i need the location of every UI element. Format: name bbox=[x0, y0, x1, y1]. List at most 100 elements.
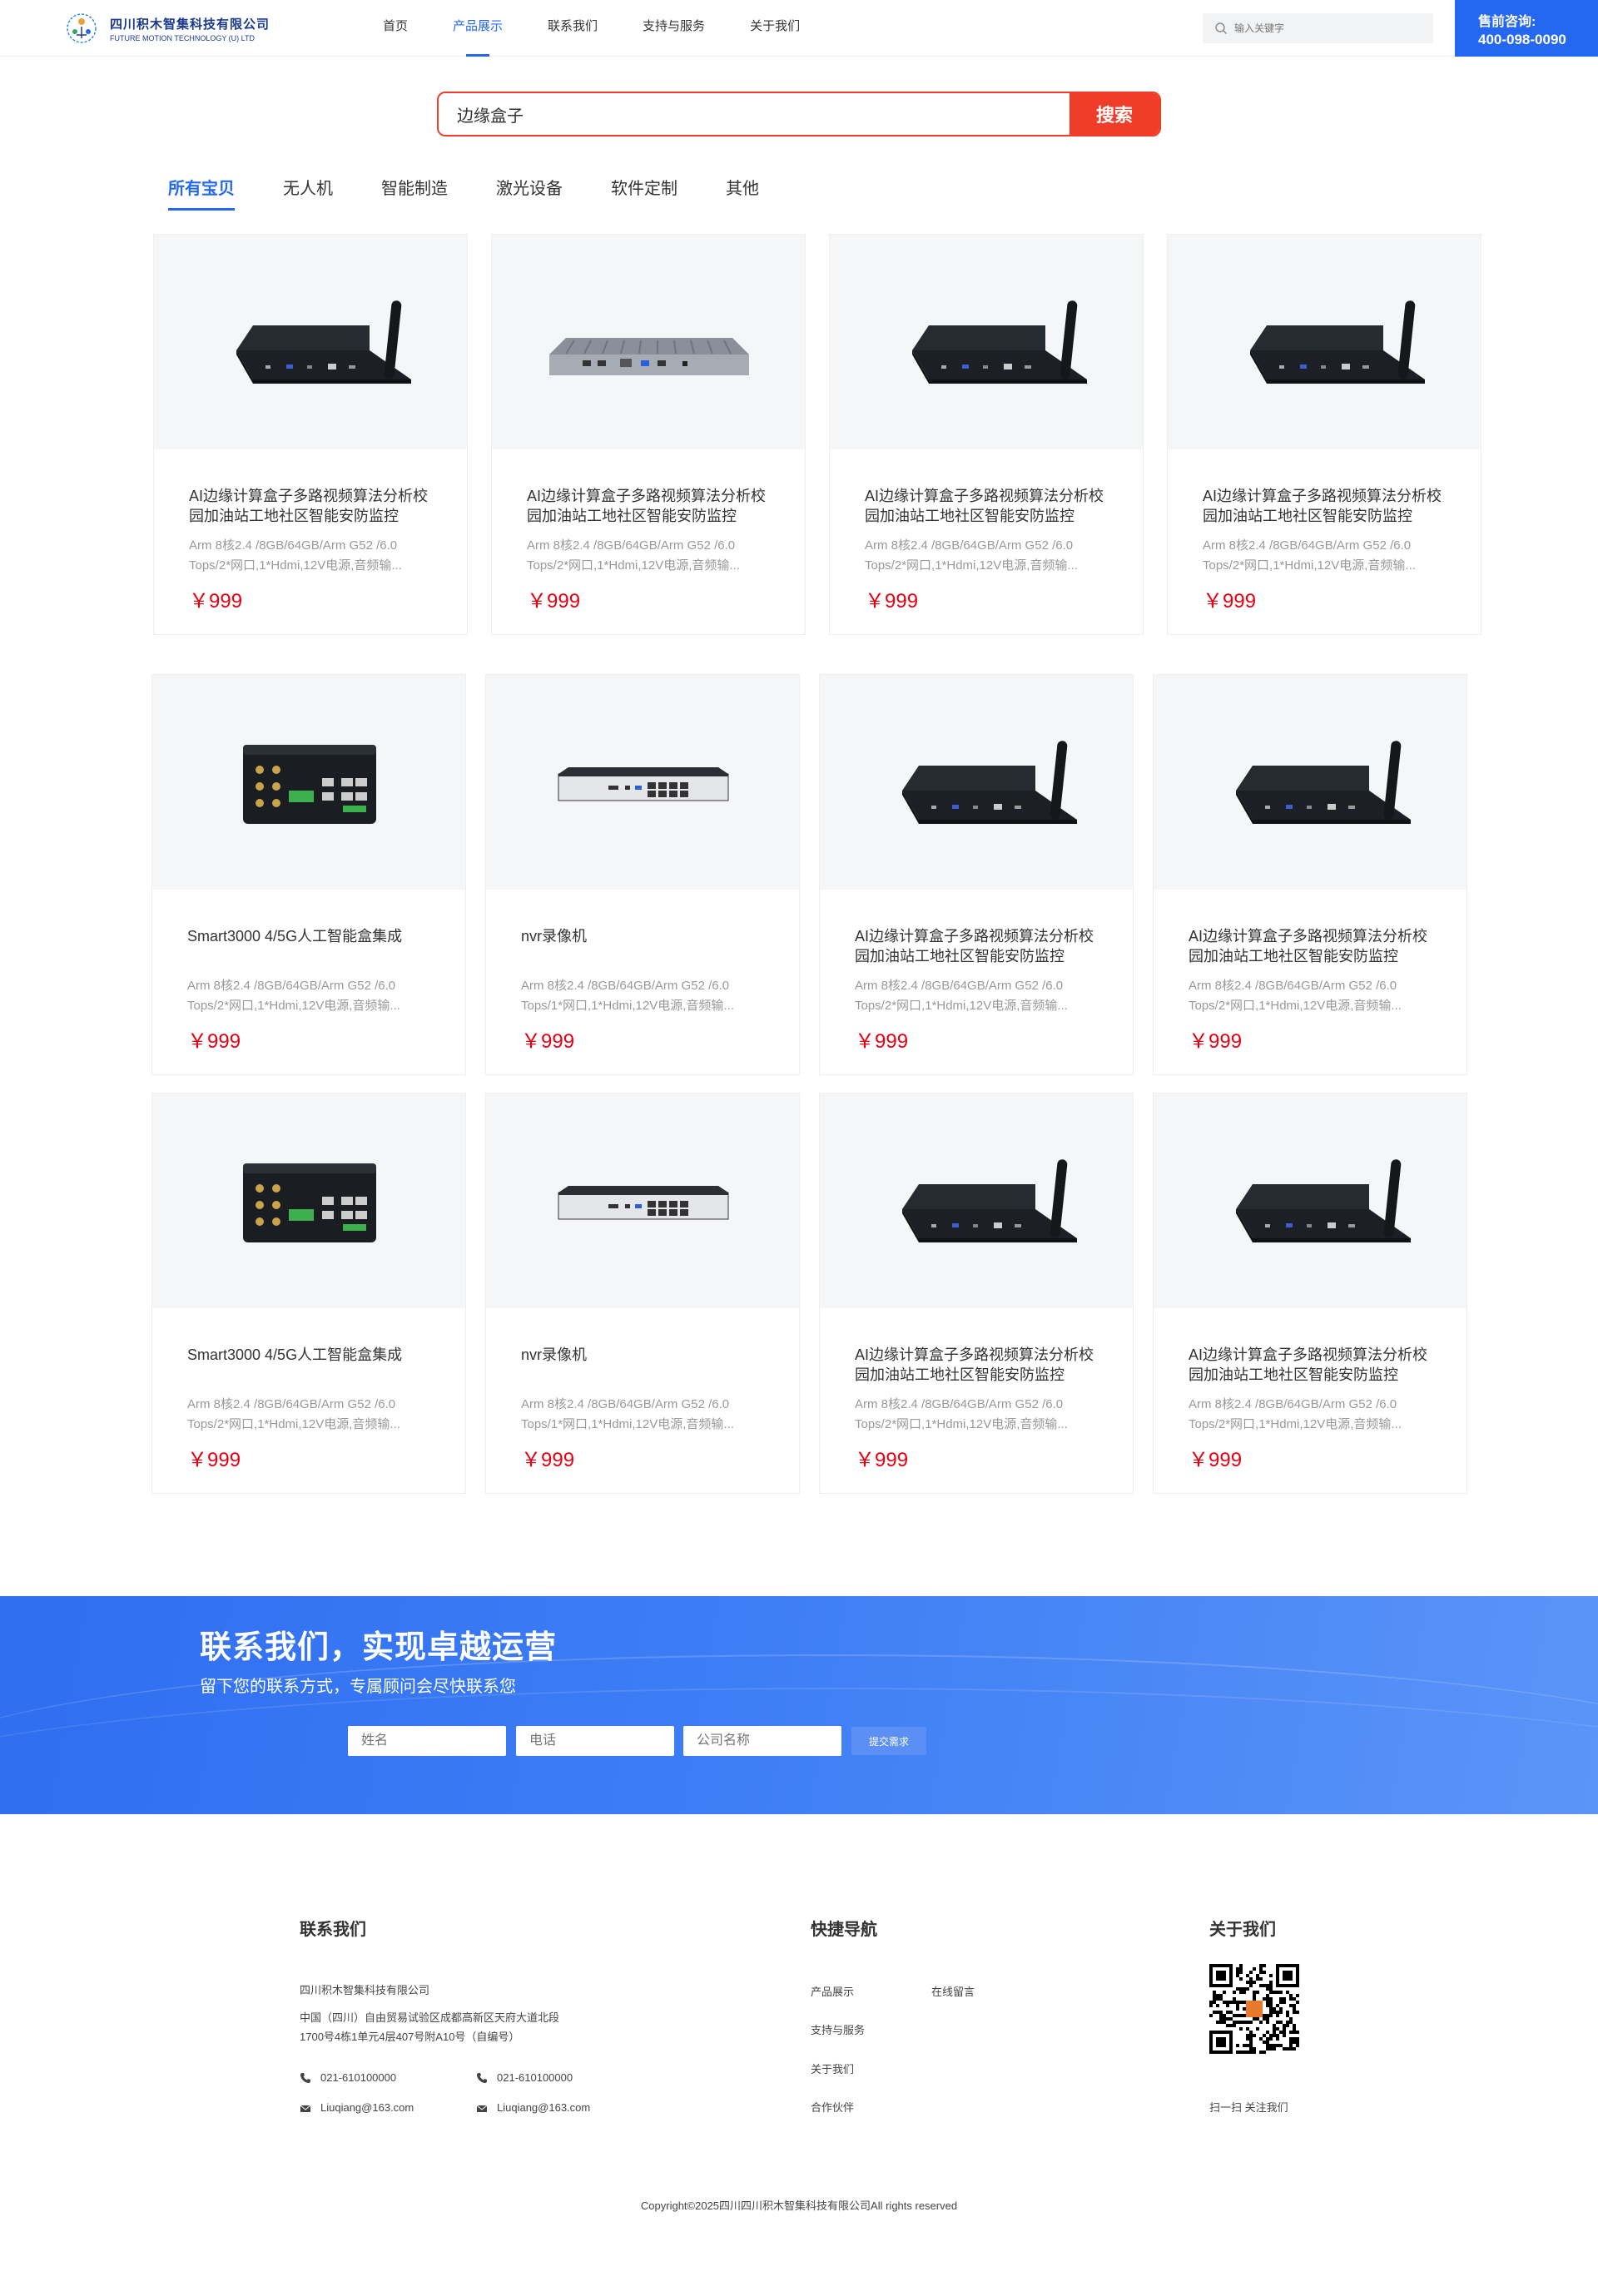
product-card[interactable]: AI边缘计算盒子多路视频算法分析校园加油站工地社区智能安防监控 Arm 8核2.4… bbox=[491, 234, 806, 635]
footer-nav-heading: 快捷导航 bbox=[811, 1921, 877, 1939]
product-image[interactable] bbox=[486, 1093, 799, 1308]
product-title[interactable]: AI边缘计算盒子多路视频算法分析校园加油站工地社区智能安防监控 bbox=[1189, 1345, 1438, 1385]
device-silver-icon bbox=[541, 292, 757, 396]
product-title[interactable]: nvr录像机 bbox=[521, 1345, 771, 1385]
device-smart-icon bbox=[226, 1151, 393, 1255]
product-card[interactable]: Smart3000 4/5G人工智能盒集成 Arm 8核2.4 /8GB/64GB… bbox=[151, 674, 466, 1075]
footer-link-products[interactable]: 产品展示 bbox=[811, 1982, 854, 2001]
product-spec: Arm 8核2.4 /8GB/64GB/Arm G52 /6.0 Tops/2*… bbox=[189, 538, 402, 573]
footer-link-about[interactable]: 关于我们 bbox=[811, 2060, 854, 2079]
tab-all[interactable]: 所有宝贝 bbox=[168, 175, 235, 211]
tab-smart-manufacturing[interactable]: 智能制造 bbox=[381, 175, 448, 211]
tab-drone[interactable]: 无人机 bbox=[283, 175, 333, 211]
logo-name-cn: 四川积木智集科技有限公司 bbox=[110, 17, 270, 32]
product-title[interactable]: AI边缘计算盒子多路视频算法分析校园加油站工地社区智能安防监控 bbox=[527, 486, 777, 526]
banner-title: 联系我们，实现卓越运营 bbox=[200, 1630, 558, 1665]
product-title[interactable]: AI边缘计算盒子多路视频算法分析校园加油站工地社区智能安防监控 bbox=[855, 926, 1104, 966]
product-title[interactable]: Smart3000 4/5G人工智能盒集成 bbox=[187, 926, 437, 966]
name-field[interactable] bbox=[348, 1726, 506, 1756]
copyright: Copyright©2025四川四川积木智集科技有限公司All rights r… bbox=[640, 2199, 958, 2212]
product-spec: Arm 8核2.4 /8GB/64GB/Arm G52 /6.0 Tops/2*… bbox=[1189, 979, 1402, 1013]
product-image[interactable] bbox=[1168, 235, 1481, 449]
product-image[interactable] bbox=[830, 235, 1143, 449]
main-nav: 首页 产品展示 联系我们 支持与服务 关于我们 bbox=[383, 0, 845, 57]
product-image[interactable] bbox=[154, 235, 467, 449]
hotline-number: 400-098-0090 bbox=[1478, 32, 1566, 47]
phone-field[interactable] bbox=[516, 1726, 674, 1756]
product-title[interactable]: AI边缘计算盒子多路视频算法分析校园加油站工地社区智能安防监控 bbox=[865, 486, 1114, 526]
product-image[interactable] bbox=[486, 675, 799, 890]
product-price: ￥999 bbox=[1203, 590, 1257, 612]
product-title[interactable]: AI边缘计算盒子多路视频算法分析校园加油站工地社区智能安防监控 bbox=[855, 1345, 1104, 1385]
product-image[interactable] bbox=[1154, 675, 1466, 890]
product-price: ￥999 bbox=[187, 1449, 241, 1471]
footer-email-1[interactable]: Liuqiang@163.com bbox=[320, 2098, 414, 2117]
header-search bbox=[1203, 13, 1433, 43]
product-image[interactable] bbox=[152, 675, 465, 890]
search-icon[interactable] bbox=[1214, 22, 1228, 35]
product-card[interactable]: AI边缘计算盒子多路视频算法分析校园加油站工地社区智能安防监控 Arm 8核2.4… bbox=[153, 234, 468, 635]
product-card[interactable]: AI边缘计算盒子多路视频算法分析校园加油站工地社区智能安防监控 Arm 8核2.4… bbox=[1167, 234, 1481, 635]
banner-subtitle: 留下您的联系方式，专属顾问会尽快联系您 bbox=[200, 1678, 516, 1696]
product-price: ￥999 bbox=[855, 1449, 909, 1471]
product-title[interactable]: AI边缘计算盒子多路视频算法分析校园加油站工地社区智能安防监控 bbox=[1203, 486, 1452, 526]
submit-request-button[interactable]: 提交需求 bbox=[851, 1727, 926, 1755]
product-image[interactable] bbox=[1154, 1093, 1466, 1308]
qr-caption: 扫一扫 关注我们 bbox=[1209, 2101, 1288, 2114]
product-spec: Arm 8核2.4 /8GB/64GB/Arm G52 /6.0 Tops/1*… bbox=[521, 979, 734, 1013]
product-card[interactable]: AI边缘计算盒子多路视频算法分析校园加油站工地社区智能安防监控 Arm 8核2.4… bbox=[819, 1093, 1134, 1494]
product-spec: Arm 8核2.4 /8GB/64GB/Arm G52 /6.0 Tops/2*… bbox=[855, 979, 1068, 1013]
tab-laser[interactable]: 激光设备 bbox=[496, 175, 563, 211]
product-image[interactable] bbox=[492, 235, 805, 449]
footer-link-support[interactable]: 支持与服务 bbox=[811, 2021, 865, 2040]
company-logo[interactable]: 四川积木智集科技有限公司 FUTURE MOTION TECHNOLOGY (U… bbox=[62, 10, 270, 47]
footer-link-partners[interactable]: 合作伙伴 bbox=[811, 2098, 854, 2117]
product-price: ￥999 bbox=[189, 590, 243, 612]
device-nvr-icon bbox=[552, 749, 735, 820]
product-card[interactable]: AI边缘计算盒子多路视频算法分析校园加油站工地社区智能安防监控 Arm 8核2.4… bbox=[1153, 1093, 1467, 1494]
tab-software[interactable]: 软件定制 bbox=[611, 175, 677, 211]
search-button[interactable]: 搜索 bbox=[1069, 93, 1159, 135]
device-router-icon bbox=[869, 732, 1085, 836]
product-card[interactable]: nvr录像机 Arm 8核2.4 /8GB/64GB/Arm G52 /6.0 T… bbox=[485, 1093, 800, 1494]
footer-about-heading: 关于我们 bbox=[1209, 1921, 1276, 1939]
qr-code-icon bbox=[1209, 1964, 1299, 2054]
presales-hotline[interactable]: 售前咨询: 400-098-0090 bbox=[1455, 0, 1598, 57]
footer-contact-heading: 联系我们 bbox=[300, 1921, 366, 1939]
product-image[interactable] bbox=[820, 675, 1133, 890]
site-header: 四川积木智集科技有限公司 FUTURE MOTION TECHNOLOGY (U… bbox=[0, 0, 1598, 57]
product-title[interactable]: AI边缘计算盒子多路视频算法分析校园加油站工地社区智能安防监控 bbox=[1189, 926, 1438, 966]
nav-contact[interactable]: 联系我们 bbox=[548, 0, 598, 57]
product-image[interactable] bbox=[820, 1093, 1133, 1308]
device-router-icon bbox=[1203, 1151, 1419, 1255]
footer-phone-1[interactable]: 021-610100000 bbox=[320, 2068, 396, 2087]
product-title[interactable]: AI边缘计算盒子多路视频算法分析校园加油站工地社区智能安防监控 bbox=[189, 486, 439, 526]
product-search-input[interactable] bbox=[439, 93, 1069, 135]
nav-about[interactable]: 关于我们 bbox=[750, 0, 800, 57]
product-card[interactable]: nvr录像机 Arm 8核2.4 /8GB/64GB/Arm G52 /6.0 T… bbox=[485, 674, 800, 1075]
product-card[interactable]: AI边缘计算盒子多路视频算法分析校园加油站工地社区智能安防监控 Arm 8核2.4… bbox=[829, 234, 1144, 635]
header-search-input[interactable] bbox=[1234, 22, 1417, 34]
nav-home[interactable]: 首页 bbox=[383, 0, 408, 57]
product-title[interactable]: Smart3000 4/5G人工智能盒集成 bbox=[187, 1345, 437, 1385]
product-spec: Arm 8核2.4 /8GB/64GB/Arm G52 /6.0 Tops/2*… bbox=[855, 1397, 1068, 1431]
product-spec: Arm 8核2.4 /8GB/64GB/Arm G52 /6.0 Tops/2*… bbox=[187, 1397, 400, 1431]
device-router-icon bbox=[1217, 292, 1433, 396]
footer-company-name: 四川积木智集科技有限公司 bbox=[300, 1984, 430, 1996]
company-field[interactable] bbox=[683, 1726, 841, 1756]
product-card[interactable]: AI边缘计算盒子多路视频算法分析校园加油站工地社区智能安防监控 Arm 8核2.4… bbox=[819, 674, 1134, 1075]
footer-phone-2[interactable]: 021-610100000 bbox=[497, 2068, 573, 2087]
nav-products[interactable]: 产品展示 bbox=[453, 0, 503, 57]
nav-support[interactable]: 支持与服务 bbox=[643, 0, 705, 57]
product-search: 搜索 bbox=[437, 92, 1161, 136]
product-price: ￥999 bbox=[527, 590, 581, 612]
footer-link-online-message[interactable]: 在线留言 bbox=[931, 1982, 975, 2001]
tab-other[interactable]: 其他 bbox=[726, 175, 759, 211]
product-image[interactable] bbox=[152, 1093, 465, 1308]
product-card[interactable]: AI边缘计算盒子多路视频算法分析校园加油站工地社区智能安防监控 Arm 8核2.4… bbox=[1153, 674, 1467, 1075]
footer-email-2[interactable]: Liuqiang@163.com bbox=[497, 2098, 590, 2117]
mail-icon bbox=[476, 2105, 488, 2112]
product-title[interactable]: nvr录像机 bbox=[521, 926, 771, 966]
product-card[interactable]: Smart3000 4/5G人工智能盒集成 Arm 8核2.4 /8GB/64GB… bbox=[151, 1093, 466, 1494]
device-nvr-icon bbox=[552, 1168, 735, 1238]
